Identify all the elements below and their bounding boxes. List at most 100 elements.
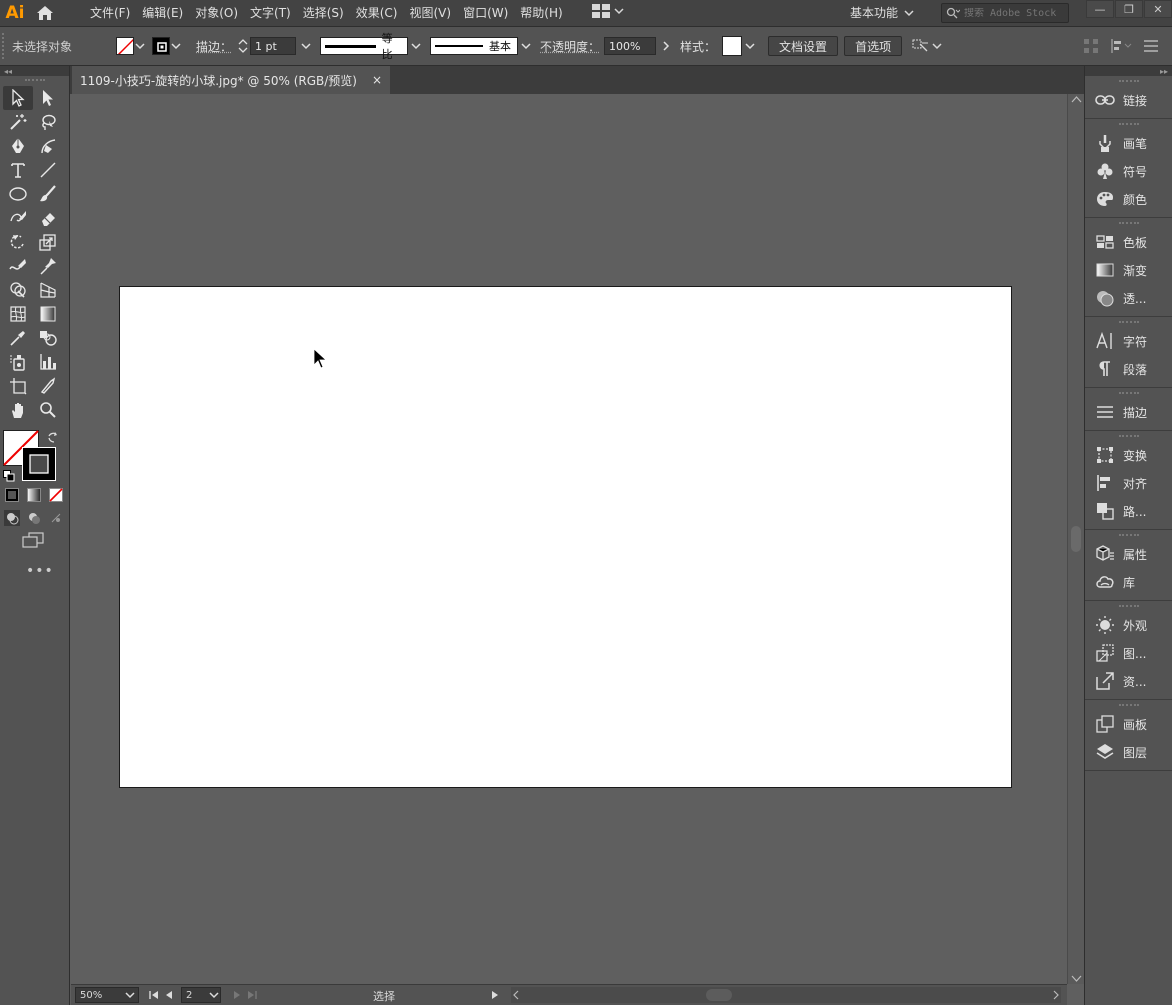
column-graph-tool[interactable] [33, 350, 63, 374]
panel-group-grip[interactable] [1118, 605, 1139, 609]
close-window-button[interactable]: ✕ [1144, 0, 1172, 18]
brush-definition[interactable]: 基本 [430, 37, 534, 55]
expand-panels-icon[interactable]: ▸▸ [1160, 67, 1168, 76]
menu-item[interactable]: 编辑(E) [136, 0, 189, 26]
screen-mode[interactable] [0, 532, 69, 551]
ellipse-tool[interactable] [3, 182, 33, 206]
direct-selection-tool[interactable] [33, 86, 63, 110]
paintbrush-tool[interactable] [33, 182, 63, 206]
chevron-down-icon[interactable] [298, 37, 314, 55]
draw-inside-icon[interactable] [48, 510, 64, 526]
rotate-tool[interactable] [3, 230, 33, 254]
panel-group-grip[interactable] [1118, 80, 1139, 84]
panel-button-swatches[interactable]: 色板 [1085, 228, 1172, 256]
collapse-icon[interactable]: ◂◂ [4, 67, 12, 76]
default-fill-stroke-icon[interactable] [3, 470, 15, 482]
control-bar-grip[interactable] [2, 33, 8, 59]
fill-control[interactable] [116, 37, 146, 55]
type-tool[interactable] [3, 158, 33, 182]
panel-group-grip[interactable] [1118, 123, 1139, 127]
lasso-tool[interactable] [33, 110, 63, 134]
menu-item[interactable]: 窗口(W) [457, 0, 514, 26]
chevron-down-icon[interactable] [518, 37, 534, 55]
panel-group-grip[interactable] [1118, 392, 1139, 396]
puppet-warp-tool[interactable] [33, 254, 63, 278]
close-tab-icon[interactable]: × [372, 73, 382, 87]
chevron-down-icon[interactable] [125, 991, 135, 999]
select-similar-icon[interactable] [912, 38, 930, 54]
symbol-sprayer-tool[interactable] [3, 350, 33, 374]
selection-tool[interactable] [3, 86, 33, 110]
pen-tool[interactable] [3, 134, 33, 158]
chevron-down-icon[interactable] [742, 37, 758, 55]
document-setup-button[interactable]: 文档设置 [768, 36, 839, 56]
stroke-swatch-large[interactable] [22, 447, 56, 481]
stroke-label[interactable]: 描边： [196, 38, 232, 55]
grid-align-icon[interactable] [1084, 39, 1098, 53]
gradient-mode-icon[interactable] [27, 488, 41, 502]
panel-menu-icon[interactable] [1144, 40, 1158, 52]
stock-search[interactable] [941, 3, 1069, 23]
chevron-down-icon[interactable] [408, 37, 424, 55]
status-menu-arrow-icon[interactable] [491, 990, 499, 1000]
artboard[interactable] [119, 286, 1012, 788]
vertical-scrollbar[interactable] [1067, 94, 1084, 984]
perspective-grid-tool[interactable] [33, 278, 63, 302]
stroke-control[interactable] [152, 37, 182, 55]
panel-button-gradient[interactable]: 渐变 [1085, 256, 1172, 284]
panel-button-link[interactable]: 链接 [1085, 86, 1172, 114]
opacity-input[interactable]: 100% [604, 37, 657, 55]
panel-group-grip[interactable] [1118, 534, 1139, 538]
variable-width-profile[interactable]: 等比 [320, 32, 424, 61]
menu-item[interactable]: 视图(V) [403, 0, 457, 26]
line-segment-tool[interactable] [33, 158, 63, 182]
fill-none-swatch[interactable] [116, 37, 134, 55]
home-icon[interactable] [30, 0, 60, 26]
panel-button-properties[interactable]: 属性 [1085, 540, 1172, 568]
panel-button-libraries[interactable]: 库 [1085, 568, 1172, 596]
panel-button-symbol[interactable]: 符号 [1085, 157, 1172, 185]
gradient-tool[interactable] [33, 302, 63, 326]
menu-item[interactable]: 帮助(H) [514, 0, 568, 26]
shape-builder-tool[interactable] [3, 278, 33, 302]
stroke-weight-input[interactable]: 1 pt [250, 37, 297, 55]
document-tab[interactable]: 1109-小技巧-旋转的小球.jpg* @ 50% (RGB/预览) × [72, 66, 390, 94]
select-similar-control[interactable] [912, 38, 942, 54]
zoom-tool[interactable] [33, 398, 63, 422]
horizontal-scroll-thumb[interactable] [706, 989, 732, 1001]
menu-item[interactable]: 选择(S) [297, 0, 350, 26]
previous-artboard-icon[interactable] [165, 990, 173, 1000]
chevron-down-icon[interactable] [170, 37, 182, 55]
scroll-down-icon[interactable] [1068, 972, 1085, 984]
toolbar-grip[interactable] [24, 79, 45, 83]
eyedropper-tool[interactable] [3, 326, 33, 350]
panel-button-character[interactable]: 字符 [1085, 327, 1172, 355]
brush-preview[interactable]: 基本 [430, 37, 519, 55]
menu-item[interactable]: 文件(F) [84, 0, 136, 26]
panel-button-stroke[interactable]: 描边 [1085, 398, 1172, 426]
canvas[interactable] [71, 94, 1067, 984]
stroke-weight-control[interactable]: 1 pt [238, 37, 314, 55]
swap-fill-stroke-icon[interactable] [47, 432, 59, 444]
edit-toolbar-icon[interactable]: ••• [0, 563, 69, 579]
horizontal-scrollbar[interactable] [511, 987, 1061, 1003]
chevron-down-icon[interactable] [134, 37, 146, 55]
none-mode-icon[interactable] [49, 488, 63, 502]
panel-button-graphic-styles[interactable]: 图... [1085, 639, 1172, 667]
workspace-switcher[interactable]: 基本功能 [850, 0, 914, 26]
menu-item[interactable]: 效果(C) [350, 0, 404, 26]
next-artboard-icon[interactable] [233, 990, 241, 1000]
panel-button-brush[interactable]: 画笔 [1085, 129, 1172, 157]
panel-button-color[interactable]: 颜色 [1085, 185, 1172, 213]
blend-tool[interactable] [33, 326, 63, 350]
vertical-scroll-thumb[interactable] [1071, 526, 1081, 552]
panel-button-layers[interactable]: 图层 [1085, 738, 1172, 766]
scale-tool[interactable] [33, 230, 63, 254]
panel-button-transform[interactable]: 变换 [1085, 441, 1172, 469]
panel-button-artboards[interactable]: 画板 [1085, 710, 1172, 738]
first-artboard-icon[interactable] [149, 990, 159, 1000]
slice-tool[interactable] [33, 374, 63, 398]
panel-group-grip[interactable] [1118, 321, 1139, 325]
chevron-down-icon[interactable] [209, 991, 219, 999]
panel-button-asset-export[interactable]: 资... [1085, 667, 1172, 695]
